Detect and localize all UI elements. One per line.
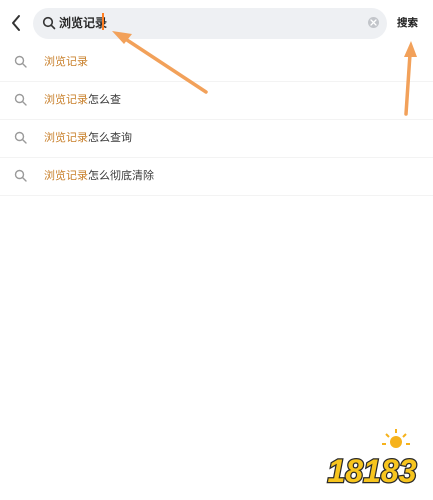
search-submit-button[interactable]: 搜索: [397, 15, 418, 30]
watermark-logo: 18183: [322, 426, 422, 492]
suggestion-highlight: 浏览记录: [44, 93, 88, 106]
search-box[interactable]: [33, 8, 387, 39]
suggestion-text: 浏览记录怎么彻底清除: [44, 168, 154, 184]
search-icon: [14, 93, 27, 106]
search-header: 搜索: [0, 0, 433, 46]
sun-icon: [382, 429, 410, 448]
search-icon: [14, 169, 27, 182]
clear-button[interactable]: [368, 17, 379, 28]
suggestion-item[interactable]: 浏览记录: [0, 44, 433, 82]
watermark-text: 18183: [328, 453, 417, 489]
suggestion-text: 浏览记录: [44, 54, 88, 70]
suggestion-text: 浏览记录怎么查询: [44, 130, 132, 146]
suggestion-item[interactable]: 浏览记录怎么彻底清除: [0, 158, 433, 196]
search-icon: [42, 16, 56, 30]
chevron-left-icon: [12, 15, 20, 31]
suggestion-list: 浏览记录 浏览记录怎么查 浏览记录怎么查询 浏览记录怎么彻底清除: [0, 44, 433, 196]
suggestion-item[interactable]: 浏览记录怎么查: [0, 82, 433, 120]
clear-icon: [370, 19, 377, 26]
suggestion-rest: 怎么查: [88, 93, 121, 106]
suggestion-rest: 怎么彻底清除: [88, 169, 154, 182]
suggestion-highlight: 浏览记录: [44, 55, 88, 68]
text-cursor: [102, 13, 104, 30]
suggestion-highlight: 浏览记录: [44, 169, 88, 182]
search-icon: [14, 131, 27, 144]
search-icon: [14, 55, 27, 68]
suggestion-item[interactable]: 浏览记录怎么查询: [0, 120, 433, 158]
search-input[interactable]: [59, 13, 359, 33]
back-button[interactable]: [6, 12, 26, 34]
suggestion-rest: 怎么查询: [88, 131, 132, 144]
suggestion-highlight: 浏览记录: [44, 131, 88, 144]
suggestion-text: 浏览记录怎么查: [44, 92, 121, 108]
